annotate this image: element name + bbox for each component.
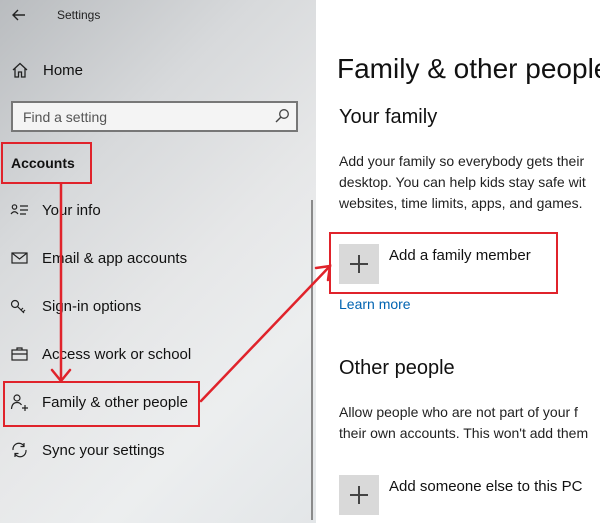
contact-card-icon <box>10 204 28 215</box>
key-icon <box>10 299 26 314</box>
sidebar-item-label: Access work or school <box>42 346 192 363</box>
search-icon[interactable] <box>274 108 290 124</box>
mail-icon <box>11 252 28 264</box>
annotation-box-add-family-member <box>329 232 558 294</box>
your-family-description-line: desktop. You can help kids stay safe wit <box>339 174 586 190</box>
search-input[interactable] <box>23 107 263 127</box>
sidebar-item-label: Sync your settings <box>42 442 165 459</box>
sidebar-item-label: Email & app accounts <box>42 250 188 267</box>
your-family-description-line: Add your family so everybody gets their <box>339 153 585 169</box>
add-someone-else-label: Add someone else to this PC <box>389 478 583 495</box>
back-button[interactable] <box>8 4 30 26</box>
sidebar: Settings Home Accounts Your info Email &… <box>0 0 316 523</box>
title-bar: Settings <box>0 0 316 30</box>
annotation-box-accounts <box>1 142 92 184</box>
other-people-description-line: their own accounts. This won't add them <box>339 425 589 441</box>
sidebar-item-your-info[interactable]: Your info <box>0 191 316 231</box>
back-arrow-icon <box>12 9 25 21</box>
your-family-description-line: websites, time limits, apps, and games. <box>339 195 583 211</box>
search-box[interactable] <box>11 101 298 132</box>
app-title: Settings <box>57 8 101 22</box>
sidebar-item-sync-settings[interactable]: Sync your settings <box>0 431 316 471</box>
annotation-box-family <box>3 381 200 427</box>
other-people-heading: Other people <box>339 357 455 379</box>
sidebar-item-email-app-accounts[interactable]: Email & app accounts <box>0 239 316 279</box>
home-icon <box>12 62 28 78</box>
sidebar-item-home[interactable]: Home <box>0 56 316 86</box>
sidebar-item-label: Home <box>43 62 84 79</box>
sidebar-item-sign-in-options[interactable]: Sign-in options <box>0 287 316 327</box>
page-title: Family & other people <box>337 53 600 84</box>
other-people-description-line: Allow people who are not part of your f <box>339 404 578 420</box>
sidebar-scrollbar[interactable] <box>311 200 313 520</box>
briefcase-icon <box>11 347 28 361</box>
learn-more-link[interactable]: Learn more <box>339 296 411 312</box>
sync-icon <box>12 442 27 458</box>
add-someone-else-button[interactable]: Add someone else to this PC <box>339 475 599 515</box>
your-family-heading: Your family <box>339 106 438 128</box>
sidebar-item-label: Your info <box>42 202 101 219</box>
sidebar-item-access-work-school[interactable]: Access work or school <box>0 335 316 375</box>
sidebar-item-label: Sign-in options <box>42 298 142 315</box>
plus-icon <box>339 475 379 515</box>
